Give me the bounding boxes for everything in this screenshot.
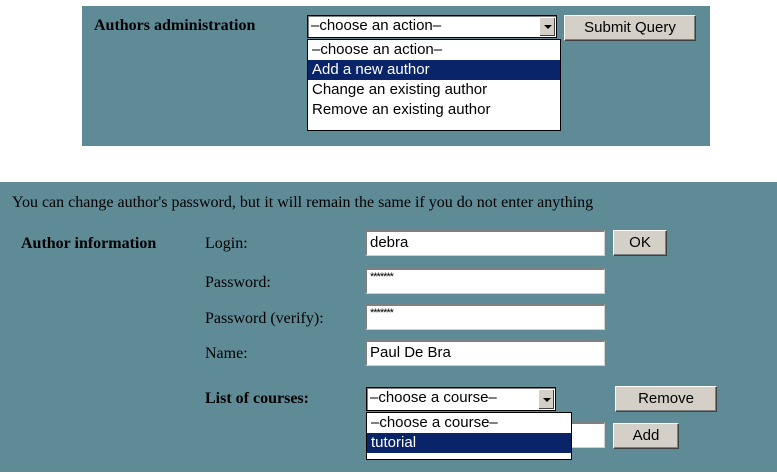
password-note: You can change author's password, but it… xyxy=(12,194,594,211)
courses-label: List of courses: xyxy=(205,390,309,407)
course-dropdown-list: –choose a course– tutorial xyxy=(366,412,572,460)
add-course-button[interactable]: Add xyxy=(613,423,679,449)
course-select[interactable]: –choose a course– xyxy=(366,387,556,411)
password-field[interactable]: ******* xyxy=(365,268,605,294)
submit-query-button[interactable]: Submit Query xyxy=(564,15,696,41)
course-option-choose[interactable]: –choose a course– xyxy=(367,413,571,433)
login-input[interactable]: debra xyxy=(365,230,605,256)
name-input[interactable]: Paul De Bra xyxy=(365,340,605,366)
course-option-tutorial[interactable]: tutorial xyxy=(367,433,571,453)
action-option-remove[interactable]: Remove an existing author xyxy=(308,100,560,120)
author-info-panel: You can change author's password, but it… xyxy=(0,182,777,472)
chevron-down-icon[interactable] xyxy=(539,17,555,36)
chevron-down-icon[interactable] xyxy=(538,389,554,409)
author-info-label: Author information xyxy=(21,235,157,252)
authors-admin-label: Authors administration xyxy=(94,17,256,34)
name-label: Name: xyxy=(205,345,248,362)
action-dropdown-list: –choose an action– Add a new author Chan… xyxy=(307,39,561,131)
remove-course-button[interactable]: Remove xyxy=(615,386,717,412)
ok-button[interactable]: OK xyxy=(613,230,667,256)
action-option-choose[interactable]: –choose an action– xyxy=(308,40,560,60)
password-label: Password: xyxy=(205,274,271,291)
authors-admin-panel: Authors administration –choose an action… xyxy=(82,6,710,146)
password-verify-field[interactable]: ******* xyxy=(365,304,605,330)
course-select-value: –choose a course– xyxy=(370,389,497,406)
action-option-add[interactable]: Add a new author xyxy=(308,60,560,80)
action-select-value: –choose an action– xyxy=(311,17,442,34)
password-verify-label: Password (verify): xyxy=(205,310,324,327)
action-select[interactable]: –choose an action– xyxy=(307,15,557,38)
action-option-change[interactable]: Change an existing author xyxy=(308,80,560,100)
login-label: Login: xyxy=(205,235,248,252)
